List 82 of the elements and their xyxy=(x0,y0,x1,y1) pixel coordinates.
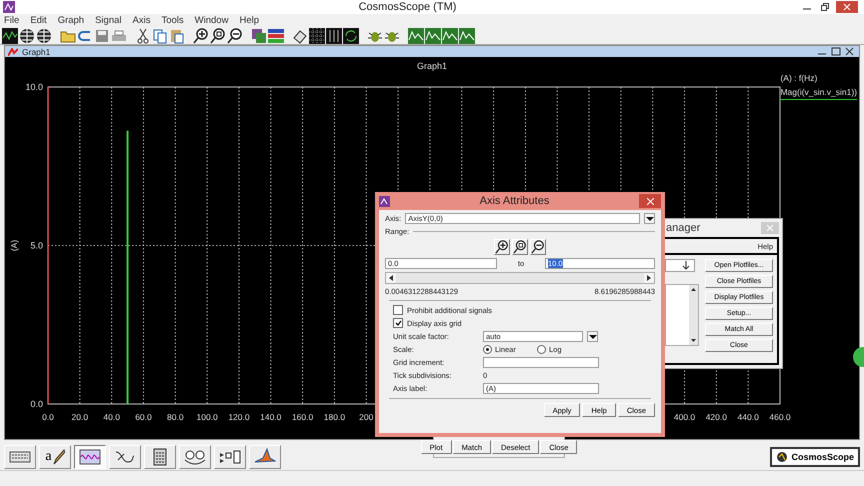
graph-window-icon xyxy=(8,48,18,56)
menu-item[interactable]: Axis xyxy=(132,14,150,26)
checkbox[interactable] xyxy=(393,305,403,315)
x-tick-label: 440.0 xyxy=(738,412,759,422)
clipboard-icon[interactable] xyxy=(169,28,185,44)
globe-icon[interactable] xyxy=(19,28,35,44)
close-icon[interactable] xyxy=(845,47,855,56)
globe-icon[interactable] xyxy=(36,28,52,44)
x-tick-label: 100.0 xyxy=(196,412,218,422)
x-tick-label: 180.0 xyxy=(324,412,346,422)
menu-item[interactable]: Help xyxy=(239,14,259,26)
scissors-icon[interactable] xyxy=(135,28,151,44)
x-tick-label: 400.0 xyxy=(674,412,696,422)
x-tick-label: 200 xyxy=(359,412,374,422)
waveform-icon xyxy=(79,448,101,466)
app-icon xyxy=(379,196,390,206)
scroll-left-icon[interactable] xyxy=(388,275,394,281)
tool-button[interactable]: a xyxy=(39,444,71,469)
zoom-in-icon[interactable] xyxy=(193,28,209,44)
check-icon xyxy=(394,320,402,326)
chart-title: Graph1 xyxy=(416,60,448,74)
eraser-icon[interactable] xyxy=(292,28,308,44)
color-bars-icon[interactable] xyxy=(268,28,284,44)
x-tick-label: 40.0 xyxy=(103,412,120,422)
tool-button[interactable] xyxy=(74,444,106,469)
menu-item[interactable]: Window xyxy=(194,14,228,26)
columns-icon[interactable] xyxy=(326,28,342,44)
zoom-out-icon[interactable] xyxy=(227,28,243,44)
copy-icon[interactable] xyxy=(152,28,168,44)
dialog-title: Axis Attributes xyxy=(478,195,550,207)
dropdown-button[interactable] xyxy=(587,331,598,342)
menu-item[interactable]: Edit xyxy=(30,14,47,26)
x-tick-label: 140.0 xyxy=(260,412,282,422)
grid-icon[interactable] xyxy=(309,28,325,44)
block-diagram-icon xyxy=(219,448,241,466)
refresh-icon[interactable] xyxy=(343,28,359,44)
radio-button[interactable] xyxy=(483,345,492,354)
grid-increment-field[interactable] xyxy=(483,357,599,368)
close-button[interactable] xyxy=(639,194,661,208)
restore-button[interactable] xyxy=(818,0,832,13)
checkbox[interactable] xyxy=(393,318,403,328)
maximize-icon[interactable] xyxy=(831,47,841,56)
printer-icon[interactable] xyxy=(111,28,127,44)
radio-button[interactable] xyxy=(537,345,546,354)
scroll-right-icon[interactable] xyxy=(646,275,652,281)
dropdown-arrow-icon xyxy=(588,334,596,340)
menu-item[interactable]: Tools xyxy=(161,14,184,26)
close-button[interactable] xyxy=(836,0,858,13)
circles-icon xyxy=(184,448,206,466)
y-tick-label: 10.0 xyxy=(25,82,43,92)
x-tick-label: 120.0 xyxy=(228,412,250,422)
legend-axis-label: (A) : f(Hz) xyxy=(780,73,818,84)
pencil-icon xyxy=(52,448,65,466)
x-tick-label: 80.0 xyxy=(167,412,184,422)
window-title: CosmosScope (TM) xyxy=(358,0,458,13)
graph-window-title: Graph1 xyxy=(22,46,52,57)
y-axis-label: (A) xyxy=(9,240,19,252)
x-tick-label: 460.0 xyxy=(769,412,791,422)
menu-item[interactable]: Graph xyxy=(58,14,84,26)
x-tick-label: 0.0 xyxy=(42,412,54,422)
x-tick-label: 420.0 xyxy=(706,412,727,422)
restore-icon xyxy=(821,2,829,11)
logo-button[interactable]: CosmosScope xyxy=(770,446,860,467)
x-tick-label: 20.0 xyxy=(72,412,88,422)
legend-signal-label: Mag(i(v_sin.v_sin1)) xyxy=(780,87,857,100)
y-tick-label: 5.0 xyxy=(30,240,43,251)
letter-glyph: a xyxy=(45,448,52,465)
close-icon xyxy=(843,2,851,11)
menu-item[interactable]: Signal xyxy=(95,14,122,26)
x-tick-label: 160.0 xyxy=(292,412,314,422)
close-icon xyxy=(646,198,654,204)
zoom-fit-icon[interactable] xyxy=(210,28,226,44)
menu-item[interactable]: File xyxy=(4,14,20,26)
y-tick-label: 0.0 xyxy=(30,399,43,410)
stacked-squares-icon[interactable] xyxy=(251,28,267,44)
range-scrollbar[interactable] xyxy=(385,272,655,284)
x-tick-label: 60.0 xyxy=(135,412,152,422)
logo-icon xyxy=(776,450,788,463)
waveform-icon[interactable] xyxy=(2,28,18,44)
dropdown-arrow-icon xyxy=(646,216,654,222)
dialog-title: anager xyxy=(666,222,702,234)
dropdown-button[interactable] xyxy=(644,213,655,224)
